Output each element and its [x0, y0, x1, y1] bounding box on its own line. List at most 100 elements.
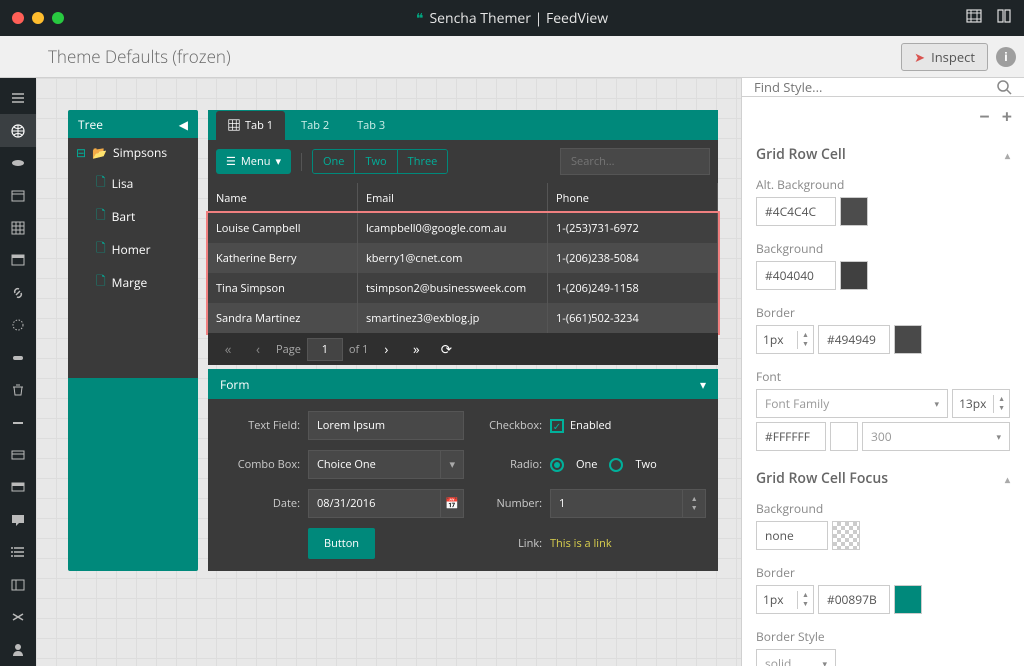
close-window-button[interactable] — [12, 12, 24, 24]
form-link[interactable]: This is a link — [550, 536, 612, 551]
font-size-spinner[interactable]: ▲▼ — [952, 389, 1010, 418]
prop-border: Border ▲▼ — [742, 300, 1024, 364]
minimize-window-button[interactable] — [32, 12, 44, 24]
date-input[interactable] — [308, 489, 440, 518]
refresh-button[interactable]: ⟳ — [434, 338, 458, 360]
prev-page-button[interactable]: ‹ — [246, 338, 270, 360]
sidebar-link-icon[interactable] — [0, 277, 36, 309]
sidebar-layout-icon[interactable] — [0, 179, 36, 211]
zoom-in-button[interactable]: + — [1002, 105, 1012, 129]
sidebar-minus-icon[interactable] — [0, 406, 36, 438]
tree-node-child[interactable]: 🗋Lisa — [68, 167, 198, 200]
first-page-button[interactable]: « — [216, 338, 240, 360]
color-swatch[interactable] — [840, 197, 868, 226]
radio-one[interactable] — [550, 458, 564, 472]
page-input[interactable] — [307, 338, 343, 361]
page-title: Theme Defaults (frozen) — [48, 45, 231, 68]
sidebar-trash-icon[interactable] — [0, 374, 36, 406]
tree-node-child[interactable]: 🗋Homer — [68, 233, 198, 266]
spin-up-icon[interactable]: ▲ — [798, 591, 813, 600]
inspect-button[interactable]: ➤ Inspect — [901, 43, 988, 71]
radio-two[interactable] — [609, 458, 623, 472]
collapse-left-icon[interactable]: ◀ — [179, 116, 188, 133]
table-row[interactable]: Louise Campbelllcampbell0@google.com.au1… — [208, 213, 718, 243]
focus-bg-input[interactable] — [756, 521, 828, 550]
search-input[interactable] — [560, 148, 710, 175]
table-row[interactable]: Katherine Berrykberry1@cnet.com1-(206)23… — [208, 243, 718, 273]
color-swatch[interactable] — [832, 521, 860, 550]
sidebar-globe-icon[interactable] — [0, 114, 36, 146]
book-icon[interactable] — [996, 7, 1012, 29]
focus-border-width-spinner[interactable]: ▲▼ — [756, 585, 814, 614]
sidebar-chat-icon[interactable] — [0, 504, 36, 536]
sidebar-user-icon[interactable] — [0, 633, 36, 665]
sidebar-menu-icon[interactable] — [0, 82, 36, 114]
table-row[interactable]: Sandra Martinezsmartinez3@exblog.jp1-(66… — [208, 303, 718, 333]
border-width-spinner[interactable]: ▲▼ — [756, 325, 814, 354]
sidebar-panel2-icon[interactable] — [0, 471, 36, 503]
cell-phone: 1-(253)731-6972 — [548, 213, 718, 243]
film-icon[interactable] — [966, 7, 982, 29]
tree-node-child[interactable]: 🗋Bart — [68, 200, 198, 233]
font-weight-select[interactable]: 300▾ — [862, 422, 1010, 451]
number-input[interactable] — [550, 489, 682, 518]
sidebar-dots-icon[interactable] — [0, 309, 36, 341]
seg-one[interactable]: One — [313, 150, 355, 173]
next-page-button[interactable]: › — [374, 338, 398, 360]
col-email[interactable]: Email — [358, 183, 548, 212]
tree-node-root[interactable]: ⊟ 📂 Simpsons — [68, 138, 198, 167]
spin-up-icon[interactable]: ▲ — [798, 331, 813, 340]
find-style-input[interactable] — [754, 78, 996, 96]
tab-3[interactable]: Tab 3 — [345, 112, 397, 139]
font-color-input[interactable] — [756, 422, 826, 451]
zoom-out-button[interactable]: − — [979, 105, 989, 129]
chevron-down-icon[interactable]: ▾ — [440, 450, 464, 479]
checkbox[interactable]: ✓Enabled — [550, 418, 706, 433]
form-button[interactable]: Button — [308, 528, 375, 559]
properties-panel: − + Grid Row Cell▴ Alt. Background Backg… — [741, 78, 1024, 666]
border-color-input[interactable] — [818, 325, 890, 354]
sidebar-grid-icon[interactable] — [0, 212, 36, 244]
section-grid-row-cell[interactable]: Grid Row Cell▴ — [742, 137, 1024, 172]
info-button[interactable]: i — [996, 47, 1016, 67]
tab-1[interactable]: Tab 1 — [216, 111, 285, 140]
font-family-select[interactable]: Font Family▾ — [756, 389, 948, 418]
bg-input[interactable] — [756, 261, 836, 290]
table-row[interactable]: Tina Simpsontsimpson2@businessweek.com1-… — [208, 273, 718, 303]
seg-three[interactable]: Three — [398, 150, 448, 173]
sidebar-oval-icon[interactable] — [0, 147, 36, 179]
sidebar-window-icon[interactable] — [0, 244, 36, 276]
seg-two[interactable]: Two — [355, 150, 397, 173]
spin-down-icon[interactable]: ▼ — [994, 404, 1009, 413]
col-phone[interactable]: Phone — [548, 183, 718, 212]
col-name[interactable]: Name — [208, 183, 358, 212]
calendar-icon[interactable]: 📅 — [440, 489, 464, 518]
last-page-button[interactable]: » — [404, 338, 428, 360]
text-field-input[interactable] — [308, 411, 464, 440]
color-swatch[interactable] — [840, 261, 868, 290]
color-swatch[interactable] — [830, 422, 858, 451]
spin-up-icon[interactable]: ▲ — [994, 395, 1009, 404]
color-swatch[interactable] — [894, 585, 922, 614]
search-icon[interactable] — [996, 79, 1012, 95]
spinner-icon[interactable]: ▲▼ — [682, 489, 706, 518]
spin-down-icon[interactable]: ▼ — [798, 600, 813, 609]
sidebar-list-icon[interactable] — [0, 536, 36, 568]
menu-button[interactable]: ☰ Menu ▾ — [216, 149, 291, 174]
collapse-down-icon[interactable]: ▾ — [700, 376, 706, 393]
sidebar-panel3-icon[interactable] — [0, 569, 36, 601]
section-grid-row-cell-focus[interactable]: Grid Row Cell Focus▴ — [742, 461, 1024, 496]
tab-2[interactable]: Tab 2 — [289, 112, 341, 139]
sidebar-panel-icon[interactable] — [0, 439, 36, 471]
sidebar-pill-icon[interactable] — [0, 342, 36, 374]
border-style-select[interactable]: solid▾ — [756, 649, 836, 666]
tree-node-child[interactable]: 🗋Marge — [68, 266, 198, 299]
combo-input[interactable] — [308, 450, 440, 479]
maximize-window-button[interactable] — [52, 12, 64, 24]
color-swatch[interactable] — [894, 325, 922, 354]
sidebar-shuffle-icon[interactable] — [0, 601, 36, 633]
alt-bg-input[interactable] — [756, 197, 836, 226]
focus-border-color-input[interactable] — [818, 585, 890, 614]
prop-label: Font — [756, 368, 1010, 385]
spin-down-icon[interactable]: ▼ — [798, 340, 813, 349]
